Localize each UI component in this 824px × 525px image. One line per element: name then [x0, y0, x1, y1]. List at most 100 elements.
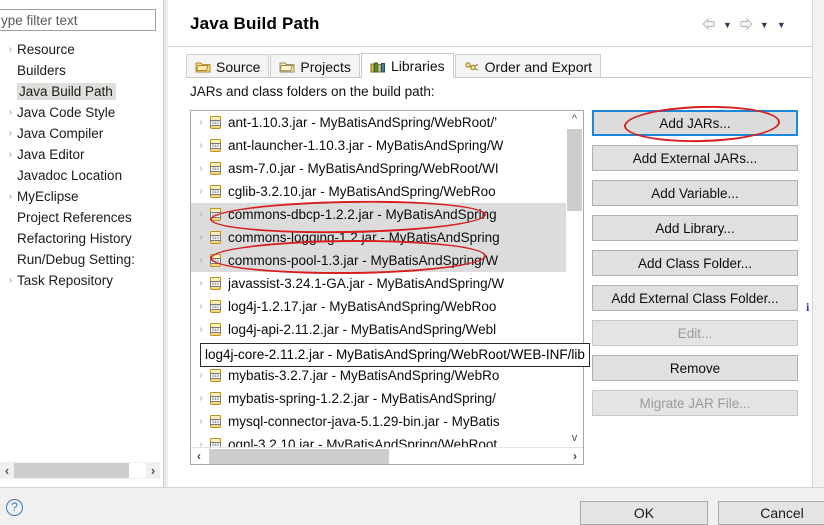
scroll-right-arrow-icon[interactable]: › [146, 463, 160, 478]
jar-list-item[interactable]: › 010 mysql-connector-java-5.1.29-bin.jar … [191, 410, 566, 433]
tab-source[interactable]: Source [186, 54, 270, 78]
sidebar-item-resource[interactable]: › Resource [0, 39, 163, 60]
ok-button[interactable]: OK [580, 501, 708, 525]
expand-chevron-icon[interactable]: › [194, 393, 208, 404]
expand-chevron-icon[interactable]: › [4, 191, 17, 202]
jar-list-item[interactable]: › 010 commons-dbcp-1.2.2.jar - MyBatisAndS… [191, 203, 566, 226]
expand-chevron-icon[interactable]: › [194, 301, 208, 312]
expand-chevron-icon[interactable]: › [194, 140, 208, 151]
jar-list-item[interactable]: › 010 commons-pool-1.3.jar - MyBatisAndSpr… [191, 249, 566, 272]
sidebar-item-myeclipse[interactable]: › MyEclipse [0, 186, 163, 207]
expand-chevron-icon[interactable]: › [194, 186, 208, 197]
remove-button[interactable]: Remove [592, 355, 798, 381]
add-external-jars-button[interactable]: Add External JARs... [592, 145, 798, 171]
sidebar-item-run-debug-setting[interactable]: Run/Debug Setting: [0, 249, 163, 270]
jar-list-item[interactable]: › 010 javassist-3.24.1-GA.jar - MyBatisAnd… [191, 272, 566, 295]
scroll-left-arrow-icon[interactable]: ‹ [0, 463, 14, 478]
add-class-folder-button[interactable]: Add Class Folder... [592, 250, 798, 276]
expand-chevron-icon[interactable]: › [194, 278, 208, 289]
jar-list-item[interactable]: › 010 log4j-1.2.17.jar - MyBatisAndSpring/… [191, 295, 566, 318]
add-variable-button[interactable]: Add Variable... [592, 180, 798, 206]
jar-list-item[interactable]: › 010 asm-7.0.jar - MyBatisAndSpring/WebRo… [191, 157, 566, 180]
forward-arrow-icon[interactable] [737, 16, 755, 34]
cancel-button[interactable]: Cancel [718, 501, 824, 525]
expand-chevron-icon[interactable]: › [194, 370, 208, 381]
right-edge-strip [812, 0, 824, 521]
expand-chevron-icon[interactable]: › [4, 128, 17, 139]
scroll-thumb[interactable] [14, 463, 129, 478]
scroll-up-arrow-icon[interactable]: ^ [566, 111, 583, 128]
jar-list-item[interactable]: › 010 mybatis-spring-1.2.2.jar - MyBatisAn… [191, 387, 566, 410]
preferences-tree-panel: ype filter text › Resource Builders Java Bu… [0, 0, 163, 487]
jar-list-item[interactable]: › 010 cglib-3.2.10.jar - MyBatisAndSpring/… [191, 180, 566, 203]
expand-chevron-icon[interactable]: › [194, 416, 208, 427]
menu-dropdown-caret-icon[interactable]: ▼ [774, 20, 789, 30]
expand-chevron-icon[interactable]: › [4, 275, 17, 286]
sidebar-item-project-references[interactable]: Project References [0, 207, 163, 228]
sidebar-item-javadoc-location[interactable]: Javadoc Location [0, 165, 163, 186]
jar-file-icon: 010 [208, 391, 223, 406]
sidebar-item-label: Javadoc Location [17, 168, 123, 183]
add-jars-button[interactable]: Add JARs... [592, 110, 798, 136]
scroll-thumb[interactable] [209, 448, 389, 464]
sidebar-item-java-compiler[interactable]: › Java Compiler [0, 123, 163, 144]
jar-list-item[interactable]: › 010 commons-logging-1.2.jar - MyBatisAnd… [191, 226, 566, 249]
tree-horizontal-scrollbar[interactable]: ‹ › [0, 462, 160, 479]
sidebar-item-label: Project References [17, 210, 132, 225]
jar-file-icon: 010 [208, 138, 223, 153]
sidebar-item-task-repository[interactable]: › Task Repository [0, 270, 163, 291]
jar-file-icon: 010 [208, 322, 223, 337]
jar-file-icon: 010 [208, 161, 223, 176]
expand-chevron-icon[interactable]: › [194, 163, 208, 174]
expand-chevron-icon[interactable]: › [194, 324, 208, 335]
jar-list-vertical-scrollbar[interactable]: ^ v [566, 111, 583, 447]
scroll-left-arrow-icon[interactable]: ‹ [191, 449, 207, 463]
migrate-jar-file-button: Migrate JAR File... [592, 390, 798, 416]
expand-chevron-icon[interactable]: › [4, 107, 17, 118]
scroll-right-arrow-icon[interactable]: › [567, 449, 583, 463]
jar-list[interactable]: › 010 ant-1.10.3.jar - MyBatisAndSpring/We… [190, 110, 584, 465]
scroll-down-arrow-icon[interactable]: v [566, 430, 583, 447]
sidebar-item-refactoring-history[interactable]: Refactoring History [0, 228, 163, 249]
jar-list-item[interactable]: › 010 mybatis-3.2.7.jar - MyBatisAndSpring… [191, 364, 566, 387]
jar-list-rows: › 010 ant-1.10.3.jar - MyBatisAndSpring/We… [191, 111, 566, 456]
jar-list-item-label: commons-logging-1.2.jar - MyBatisAndSpri… [228, 230, 500, 245]
back-arrow-icon[interactable] [700, 16, 718, 34]
order-export-icon [464, 60, 480, 73]
jar-list-horizontal-scrollbar[interactable]: ‹ › [191, 447, 583, 464]
jar-list-item[interactable]: › 010 ant-launcher-1.10.3.jar - MyBatisAnd… [191, 134, 566, 157]
expand-chevron-icon[interactable]: › [194, 117, 208, 128]
page-title: Java Build Path [190, 14, 320, 33]
tab-libraries[interactable]: Libraries [360, 53, 454, 78]
expand-chevron-icon[interactable]: › [4, 44, 17, 55]
sidebar-item-builders[interactable]: Builders [0, 60, 163, 81]
scroll-thumb[interactable] [567, 129, 582, 211]
expand-chevron-icon[interactable]: › [4, 149, 17, 160]
jar-file-icon: 010 [208, 368, 223, 383]
tab-projects[interactable]: Projects [270, 54, 360, 78]
add-external-class-folder-button[interactable]: Add External Class Folder... [592, 285, 798, 311]
sidebar-item-java-editor[interactable]: › Java Editor [0, 144, 163, 165]
jar-list-item-label: ant-1.10.3.jar - MyBatisAndSpring/WebRoo… [228, 115, 498, 130]
scroll-track[interactable] [14, 463, 146, 478]
jar-list-item-label: mybatis-spring-1.2.2.jar - MyBatisAndSpr… [228, 391, 496, 406]
expand-chevron-icon[interactable]: › [194, 209, 208, 220]
sidebar-item-java-build-path[interactable]: Java Build Path [0, 81, 163, 102]
filter-input[interactable]: ype filter text [0, 9, 156, 31]
navigation-arrows: ▼ ▼ ▼ [700, 16, 789, 34]
help-icon[interactable]: ? [6, 499, 23, 516]
scroll-track[interactable] [207, 448, 567, 464]
back-dropdown-caret-icon[interactable]: ▼ [720, 20, 735, 30]
jar-list-item[interactable]: › 010 log4j-api-2.11.2.jar - MyBatisAndSpr… [191, 318, 566, 341]
jar-list-item[interactable]: › 010 ant-1.10.3.jar - MyBatisAndSpring/We… [191, 111, 566, 134]
panel-divider [163, 0, 166, 487]
jar-list-item-label: log4j-1.2.17.jar - MyBatisAndSpring/WebR… [228, 299, 497, 314]
expand-chevron-icon[interactable]: › [194, 232, 208, 243]
expand-chevron-icon[interactable]: › [194, 255, 208, 266]
add-library-button[interactable]: Add Library... [592, 215, 798, 241]
forward-dropdown-caret-icon[interactable]: ▼ [757, 20, 772, 30]
sidebar-item-java-code-style[interactable]: › Java Code Style [0, 102, 163, 123]
tab-order-and-export[interactable]: Order and Export [454, 54, 602, 78]
sidebar-item-label: Java Compiler [17, 126, 104, 141]
jar-list-item-label: asm-7.0.jar - MyBatisAndSpring/WebRoot/W… [228, 161, 499, 176]
